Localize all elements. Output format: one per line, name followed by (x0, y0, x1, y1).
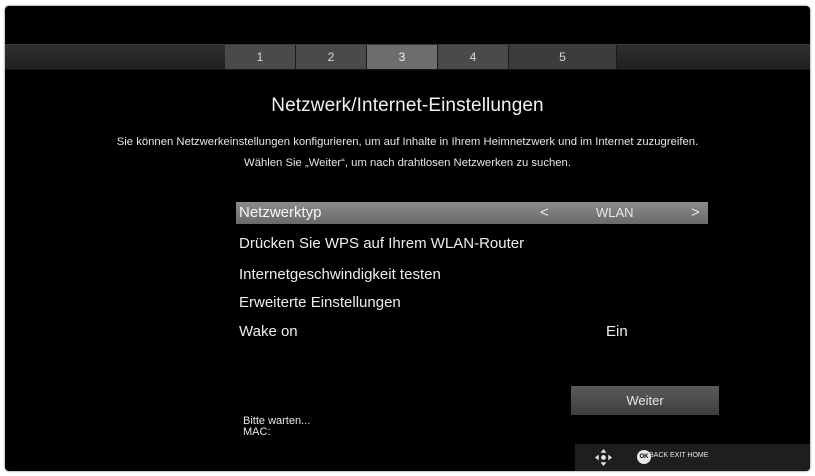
menu-item-network-type[interactable]: Netzwerktyp < WLAN > (236, 202, 708, 224)
speed-test-label: Internetgeschwindigkeit testen (239, 266, 441, 283)
step-1: 1 (225, 45, 296, 69)
mac-address-label: MAC: (243, 426, 271, 438)
chevron-left-icon[interactable]: < (540, 202, 549, 224)
page-description-line1: Sie können Netzwerkeinstellungen konfigu… (116, 136, 699, 148)
tv-screen: 1 2 3 4 5 Netzwerk/Internet-Einstellunge… (5, 6, 810, 471)
menu-item-advanced-settings[interactable]: Erweiterte Einstellungen (236, 292, 708, 314)
network-type-value: WLAN (596, 205, 634, 220)
step-2: 2 (296, 45, 367, 69)
wizard-steps: 1 2 3 4 5 (225, 45, 617, 69)
remote-hint-bar: OK BACK EXIT HOME (575, 444, 810, 471)
menu-item-wake-on[interactable]: Wake on Ein (236, 321, 708, 343)
step-4: 4 (438, 45, 509, 69)
menu-item-speed-test[interactable]: Internetgeschwindigkeit testen (236, 264, 708, 286)
wps-label: Drücken Sie WPS auf Ihrem WLAN-Router (239, 235, 525, 252)
step-3-active: 3 (367, 45, 438, 69)
menu-item-wps[interactable]: Drücken Sie WPS auf Ihrem WLAN-Router (236, 233, 708, 255)
wizard-step-bar: 1 2 3 4 5 (5, 44, 810, 70)
step-5: 5 (509, 45, 617, 69)
next-button[interactable]: Weiter (571, 386, 719, 415)
wake-on-label: Wake on (239, 323, 298, 340)
page-description-line2: Wählen Sie „Weiter“, um nach drahtlosen … (244, 157, 571, 169)
page-title: Netzwerk/Internet-Einstellungen (271, 95, 544, 116)
advanced-settings-label: Erweiterte Einstellungen (239, 294, 401, 311)
dpad-icon (594, 448, 613, 467)
network-type-label: Netzwerktyp (239, 204, 322, 221)
chevron-right-icon[interactable]: > (691, 202, 700, 224)
back-exit-home-hint: BACK EXIT HOME (649, 452, 709, 459)
wake-on-value: Ein (606, 323, 628, 340)
